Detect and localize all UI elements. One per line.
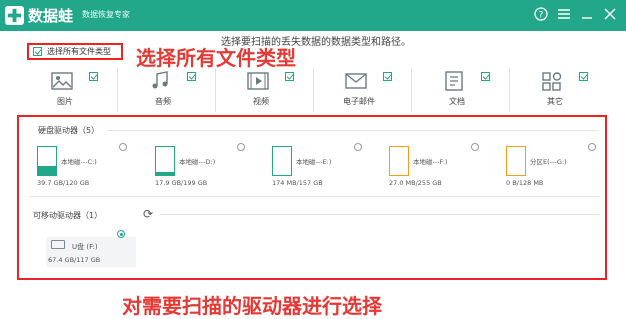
file-type-other[interactable]: 其它 xyxy=(510,68,608,112)
select-all-checkbox[interactable]: 选择所有文件类型 xyxy=(27,43,123,60)
hard-drive-size: 27.0 MB/255 GB xyxy=(389,179,442,187)
other-checkbox[interactable] xyxy=(579,72,588,81)
app-title: 数据蛙 xyxy=(28,5,73,26)
hard-drive-item[interactable]: 本地磁---C:) 39.7 GB/120 GB xyxy=(37,143,147,193)
usb-drive-item[interactable]: U盘 (F:) 67.4 GB/117 GB xyxy=(46,237,136,267)
other-icon xyxy=(540,70,564,92)
file-type-video[interactable]: 视频 xyxy=(216,68,314,112)
hard-drive-icon xyxy=(272,146,292,176)
file-type-image[interactable]: 图片 xyxy=(20,68,118,112)
usage-fill xyxy=(38,166,56,175)
hard-drive-item[interactable]: 本地磁---D:) 17.9 GB/199 GB xyxy=(155,143,265,193)
minimize-icon[interactable] xyxy=(576,3,598,25)
menu-icon[interactable] xyxy=(553,3,575,25)
divider xyxy=(108,130,598,131)
audio-checkbox[interactable] xyxy=(187,72,196,81)
hard-drive-size: 39.7 GB/120 GB xyxy=(37,179,89,187)
divider xyxy=(160,214,600,215)
video-icon xyxy=(246,70,270,92)
hard-drives-label: 硬盘驱动器（5） xyxy=(38,125,99,136)
hard-drive-name: 本地磁---F:) xyxy=(413,156,448,166)
divider xyxy=(30,196,600,197)
file-type-label: 文档 xyxy=(412,96,502,107)
hard-drive-item[interactable]: 本地磁---F:) 27.0 MB/255 GB xyxy=(389,143,499,193)
file-type-label: 图片 xyxy=(20,96,110,107)
usb-drive-radio[interactable] xyxy=(117,230,125,238)
refresh-icon[interactable]: ⟳ xyxy=(143,207,153,221)
file-type-audio[interactable]: 音频 xyxy=(118,68,216,112)
hard-drive-icon xyxy=(37,146,57,176)
hard-drive-name: 本地磁---C:) xyxy=(61,156,97,166)
video-checkbox[interactable] xyxy=(285,72,294,81)
hard-drive-name: 本地磁---D:) xyxy=(179,156,215,166)
file-type-label: 视频 xyxy=(216,96,306,107)
usb-drive-size: 67.4 GB/117 GB xyxy=(48,256,100,264)
svg-text:?: ? xyxy=(539,11,544,21)
email-checkbox[interactable] xyxy=(383,72,392,81)
annotation-select-drive: 对需要扫描的驱动器进行选择 xyxy=(122,290,382,319)
document-icon xyxy=(442,70,466,92)
hard-drive-radio[interactable] xyxy=(471,143,479,151)
file-type-email[interactable]: 电子邮件 xyxy=(314,68,412,112)
file-type-label: 音频 xyxy=(118,96,208,107)
hard-drive-size: 174 MB/157 GB xyxy=(272,179,323,187)
hard-drive-name: 分区E(---G:) xyxy=(530,156,567,166)
app-subtitle: 数据恢复专家 xyxy=(82,9,130,20)
hard-drive-icon xyxy=(506,146,526,176)
document-checkbox[interactable] xyxy=(481,72,490,81)
usage-fill xyxy=(156,172,174,175)
file-type-document[interactable]: 文档 xyxy=(412,68,510,112)
select-all-label: 选择所有文件类型 xyxy=(47,46,111,57)
help-icon[interactable]: ? xyxy=(530,3,552,25)
hard-drive-radio[interactable] xyxy=(237,143,245,151)
file-type-label: 电子邮件 xyxy=(314,96,404,107)
file-type-label: 其它 xyxy=(510,96,600,107)
hard-drive-icon xyxy=(155,146,175,176)
usb-drive-icon xyxy=(51,240,65,249)
close-icon[interactable] xyxy=(599,3,621,25)
hard-drive-item[interactable]: 分区E(---G:) 0 B/128 MB xyxy=(506,143,616,193)
hard-drive-icon xyxy=(389,146,409,176)
image-icon xyxy=(50,70,74,92)
app-logo-icon xyxy=(5,6,24,25)
checkbox-icon[interactable] xyxy=(33,47,42,56)
hard-drive-size: 0 B/128 MB xyxy=(506,179,543,187)
hard-drive-size: 17.9 GB/199 GB xyxy=(155,179,207,187)
email-icon xyxy=(344,70,368,92)
removable-drives-label: 可移动驱动器（1） xyxy=(33,210,102,221)
usb-drive-name: U盘 (F:) xyxy=(72,242,98,252)
file-type-row: 图片 音频 视频 电子邮件 文档 其它 xyxy=(20,68,610,112)
hard-drive-radio[interactable] xyxy=(354,143,362,151)
hard-drive-item[interactable]: 本地磁---E:) 174 MB/157 GB xyxy=(272,143,382,193)
annotation-select-all: 选择所有文件类型 xyxy=(136,42,296,71)
image-checkbox[interactable] xyxy=(89,72,98,81)
audio-icon xyxy=(148,70,172,92)
hard-drive-radio[interactable] xyxy=(588,143,596,151)
hard-drive-radio[interactable] xyxy=(119,143,127,151)
hard-drive-name: 本地磁---E:) xyxy=(296,156,331,166)
title-bar: 数据蛙 数据恢复专家 ? xyxy=(0,0,626,31)
